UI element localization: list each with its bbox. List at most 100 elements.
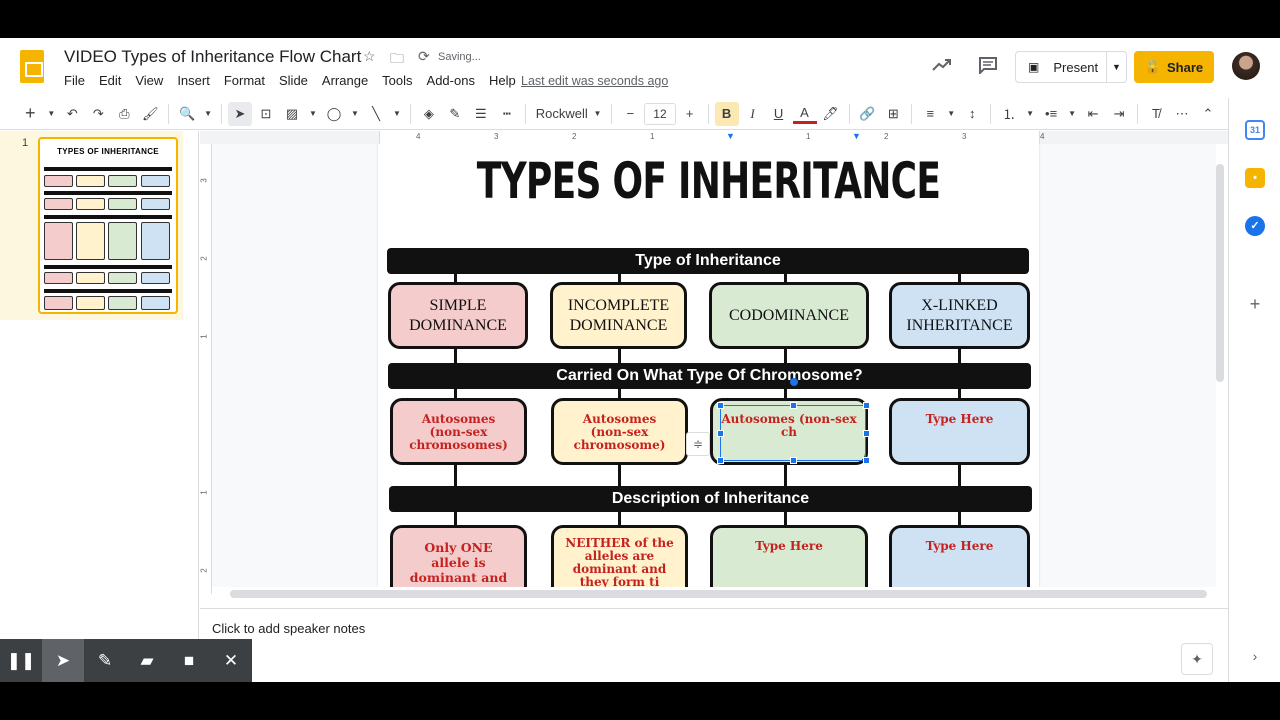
menu-slide[interactable]: Slide bbox=[279, 73, 308, 88]
new-slide-icon[interactable]: + bbox=[18, 102, 42, 126]
description-box-x-linked[interactable]: Type Here bbox=[889, 525, 1030, 587]
description-box-simple[interactable]: Only ONE allele is dominant and over sha… bbox=[390, 525, 527, 587]
bulleted-list-dropdown-icon[interactable]: ▼ bbox=[1065, 102, 1079, 126]
cursor-icon[interactable]: ➤ bbox=[42, 639, 84, 682]
horizontal-ruler[interactable]: 4 3 2 1 1 2 3 4 ▼ ▼ bbox=[200, 131, 1228, 144]
type-box-x-linked[interactable]: X-LINKED INHERITANCE bbox=[889, 282, 1030, 349]
border-dash-icon[interactable]: ┅ bbox=[495, 102, 519, 126]
shape-dropdown-icon[interactable]: ▼ bbox=[348, 102, 362, 126]
align-icon[interactable]: ≡ bbox=[918, 102, 942, 126]
vertical-ruler[interactable]: 3 2 1 1 2 bbox=[200, 144, 212, 594]
border-weight-icon[interactable]: ☰ bbox=[469, 102, 493, 126]
line-spacing-icon[interactable]: ↕ bbox=[960, 102, 984, 126]
ruler-right-indent-icon[interactable]: ▼ bbox=[852, 131, 861, 141]
resize-handle[interactable] bbox=[790, 402, 797, 409]
decrease-indent-icon[interactable]: ⇤ bbox=[1081, 102, 1105, 126]
decrease-font-size-icon[interactable]: − bbox=[618, 102, 642, 126]
document-title[interactable]: VIDEO Types of Inheritance Flow Chart bbox=[64, 47, 361, 67]
increase-font-size-icon[interactable]: + bbox=[678, 102, 702, 126]
speaker-notes[interactable]: Click to add speaker notes bbox=[200, 608, 1228, 682]
expand-panel-icon[interactable]: › bbox=[1245, 646, 1265, 666]
new-slide-dropdown-icon[interactable]: ▼ bbox=[44, 102, 58, 126]
vertical-scrollbar[interactable] bbox=[1216, 164, 1224, 382]
image-icon[interactable]: ▨ bbox=[280, 102, 304, 126]
link-icon[interactable]: 🔗 bbox=[855, 102, 879, 126]
numbered-list-dropdown-icon[interactable]: ▼ bbox=[1023, 102, 1037, 126]
activity-trend-icon[interactable] bbox=[932, 56, 952, 77]
chromosome-box-incomplete[interactable]: Autosomes (non-sex chromosome) bbox=[551, 398, 688, 465]
present-dropdown-icon[interactable]: ▼ bbox=[1106, 52, 1126, 82]
move-folder-icon[interactable]: 🗀 bbox=[390, 48, 404, 72]
description-box-incomplete[interactable]: NEITHER of the alleles are dominant and … bbox=[551, 525, 688, 587]
text-color-icon[interactable]: A bbox=[792, 104, 817, 124]
close-icon[interactable]: ✕ bbox=[210, 639, 252, 682]
resize-handle[interactable] bbox=[863, 402, 870, 409]
clear-formatting-icon[interactable]: T̸ bbox=[1144, 102, 1168, 126]
menu-file[interactable]: File bbox=[64, 73, 85, 88]
menu-arrange[interactable]: Arrange bbox=[322, 73, 368, 88]
horizontal-scrollbar[interactable] bbox=[230, 590, 1207, 598]
redo-icon[interactable]: ↷ bbox=[86, 102, 110, 126]
avatar[interactable] bbox=[1232, 52, 1260, 80]
calendar-icon[interactable]: 31 bbox=[1245, 120, 1265, 140]
collapse-toolbar-icon[interactable]: ⌃ bbox=[1196, 102, 1220, 126]
menu-tools[interactable]: Tools bbox=[382, 73, 412, 88]
menu-help[interactable]: Help bbox=[489, 73, 516, 88]
pause-icon[interactable]: ❚❚ bbox=[0, 639, 42, 682]
explore-icon[interactable]: ✦ bbox=[1181, 643, 1213, 675]
last-edit-link[interactable]: Last edit was seconds ago bbox=[521, 74, 668, 88]
resize-handle[interactable] bbox=[863, 430, 870, 437]
numbered-list-icon[interactable]: ⒈ bbox=[997, 102, 1021, 126]
star-icon[interactable]: ☆ bbox=[363, 48, 376, 65]
border-color-icon[interactable]: ✎ bbox=[443, 102, 467, 126]
image-dropdown-icon[interactable]: ▼ bbox=[306, 102, 320, 126]
font-family-select[interactable]: Rockwell ▼ bbox=[532, 102, 606, 126]
add-addon-icon[interactable]: + bbox=[1245, 294, 1265, 314]
italic-icon[interactable]: I bbox=[741, 102, 765, 126]
autofit-options-icon[interactable]: ≑ bbox=[686, 432, 710, 456]
increase-indent-icon[interactable]: ⇥ bbox=[1107, 102, 1131, 126]
align-dropdown-icon[interactable]: ▼ bbox=[944, 102, 958, 126]
resize-handle[interactable] bbox=[863, 457, 870, 464]
slides-logo-icon[interactable] bbox=[20, 50, 44, 83]
more-options-icon[interactable]: ⋯ bbox=[1170, 102, 1194, 126]
bulleted-list-icon[interactable]: •≡ bbox=[1039, 102, 1063, 126]
text-box-selection[interactable] bbox=[720, 405, 866, 461]
ruler-indent-marker-icon[interactable]: ▼ bbox=[726, 131, 735, 141]
menu-edit[interactable]: Edit bbox=[99, 73, 121, 88]
resize-handle[interactable] bbox=[717, 457, 724, 464]
description-box-codominance[interactable]: Type Here bbox=[710, 525, 868, 587]
zoom-icon[interactable]: 🔍 bbox=[175, 102, 199, 126]
tasks-icon[interactable]: ✓ bbox=[1245, 216, 1265, 236]
camera-icon[interactable]: ■ bbox=[168, 639, 210, 682]
type-box-incomplete-dominance[interactable]: INCOMPLETE DOMINANCE bbox=[550, 282, 687, 349]
paint-format-icon[interactable]: 🖌 bbox=[138, 102, 162, 126]
menu-insert[interactable]: Insert bbox=[177, 73, 210, 88]
resize-handle[interactable] bbox=[717, 402, 724, 409]
font-size-input[interactable]: 12 bbox=[644, 102, 676, 125]
header-chromosome-type[interactable]: Carried On What Type Of Chromosome? bbox=[388, 363, 1031, 389]
present-button[interactable]: ▣ Present ▼ bbox=[1015, 51, 1127, 83]
highlight-color-icon[interactable]: 🖊 bbox=[819, 102, 843, 126]
select-cursor-icon[interactable]: ➤ bbox=[228, 101, 252, 126]
bold-icon[interactable]: B bbox=[714, 101, 739, 126]
slide[interactable]: TYPES OF INHERITANCE Type of Inheritance… bbox=[378, 144, 1039, 587]
type-box-simple-dominance[interactable]: SIMPLE DOMINANCE bbox=[388, 282, 528, 349]
comments-icon[interactable] bbox=[978, 56, 998, 79]
resize-handle[interactable] bbox=[790, 457, 797, 464]
slide-title[interactable]: TYPES OF INHERITANCE bbox=[471, 152, 947, 210]
menu-addons[interactable]: Add-ons bbox=[427, 73, 475, 88]
type-box-codominance[interactable]: CODOMINANCE bbox=[709, 282, 869, 349]
line-icon[interactable]: ╲ bbox=[364, 102, 388, 126]
keep-icon[interactable]: • bbox=[1245, 168, 1265, 188]
resize-handle[interactable] bbox=[717, 430, 724, 437]
add-comment-icon[interactable]: ⊞ bbox=[881, 102, 905, 126]
zoom-dropdown-icon[interactable]: ▼ bbox=[201, 102, 215, 126]
undo-icon[interactable]: ↶ bbox=[60, 102, 84, 126]
header-type-of-inheritance[interactable]: Type of Inheritance bbox=[387, 248, 1029, 274]
underline-icon[interactable]: U bbox=[767, 102, 791, 126]
shape-icon[interactable]: ◯ bbox=[322, 102, 346, 126]
line-dropdown-icon[interactable]: ▼ bbox=[390, 102, 404, 126]
header-description[interactable]: Description of Inheritance bbox=[389, 486, 1032, 512]
slide-thumbnail[interactable]: TYPES OF INHERITANCE bbox=[38, 137, 178, 314]
